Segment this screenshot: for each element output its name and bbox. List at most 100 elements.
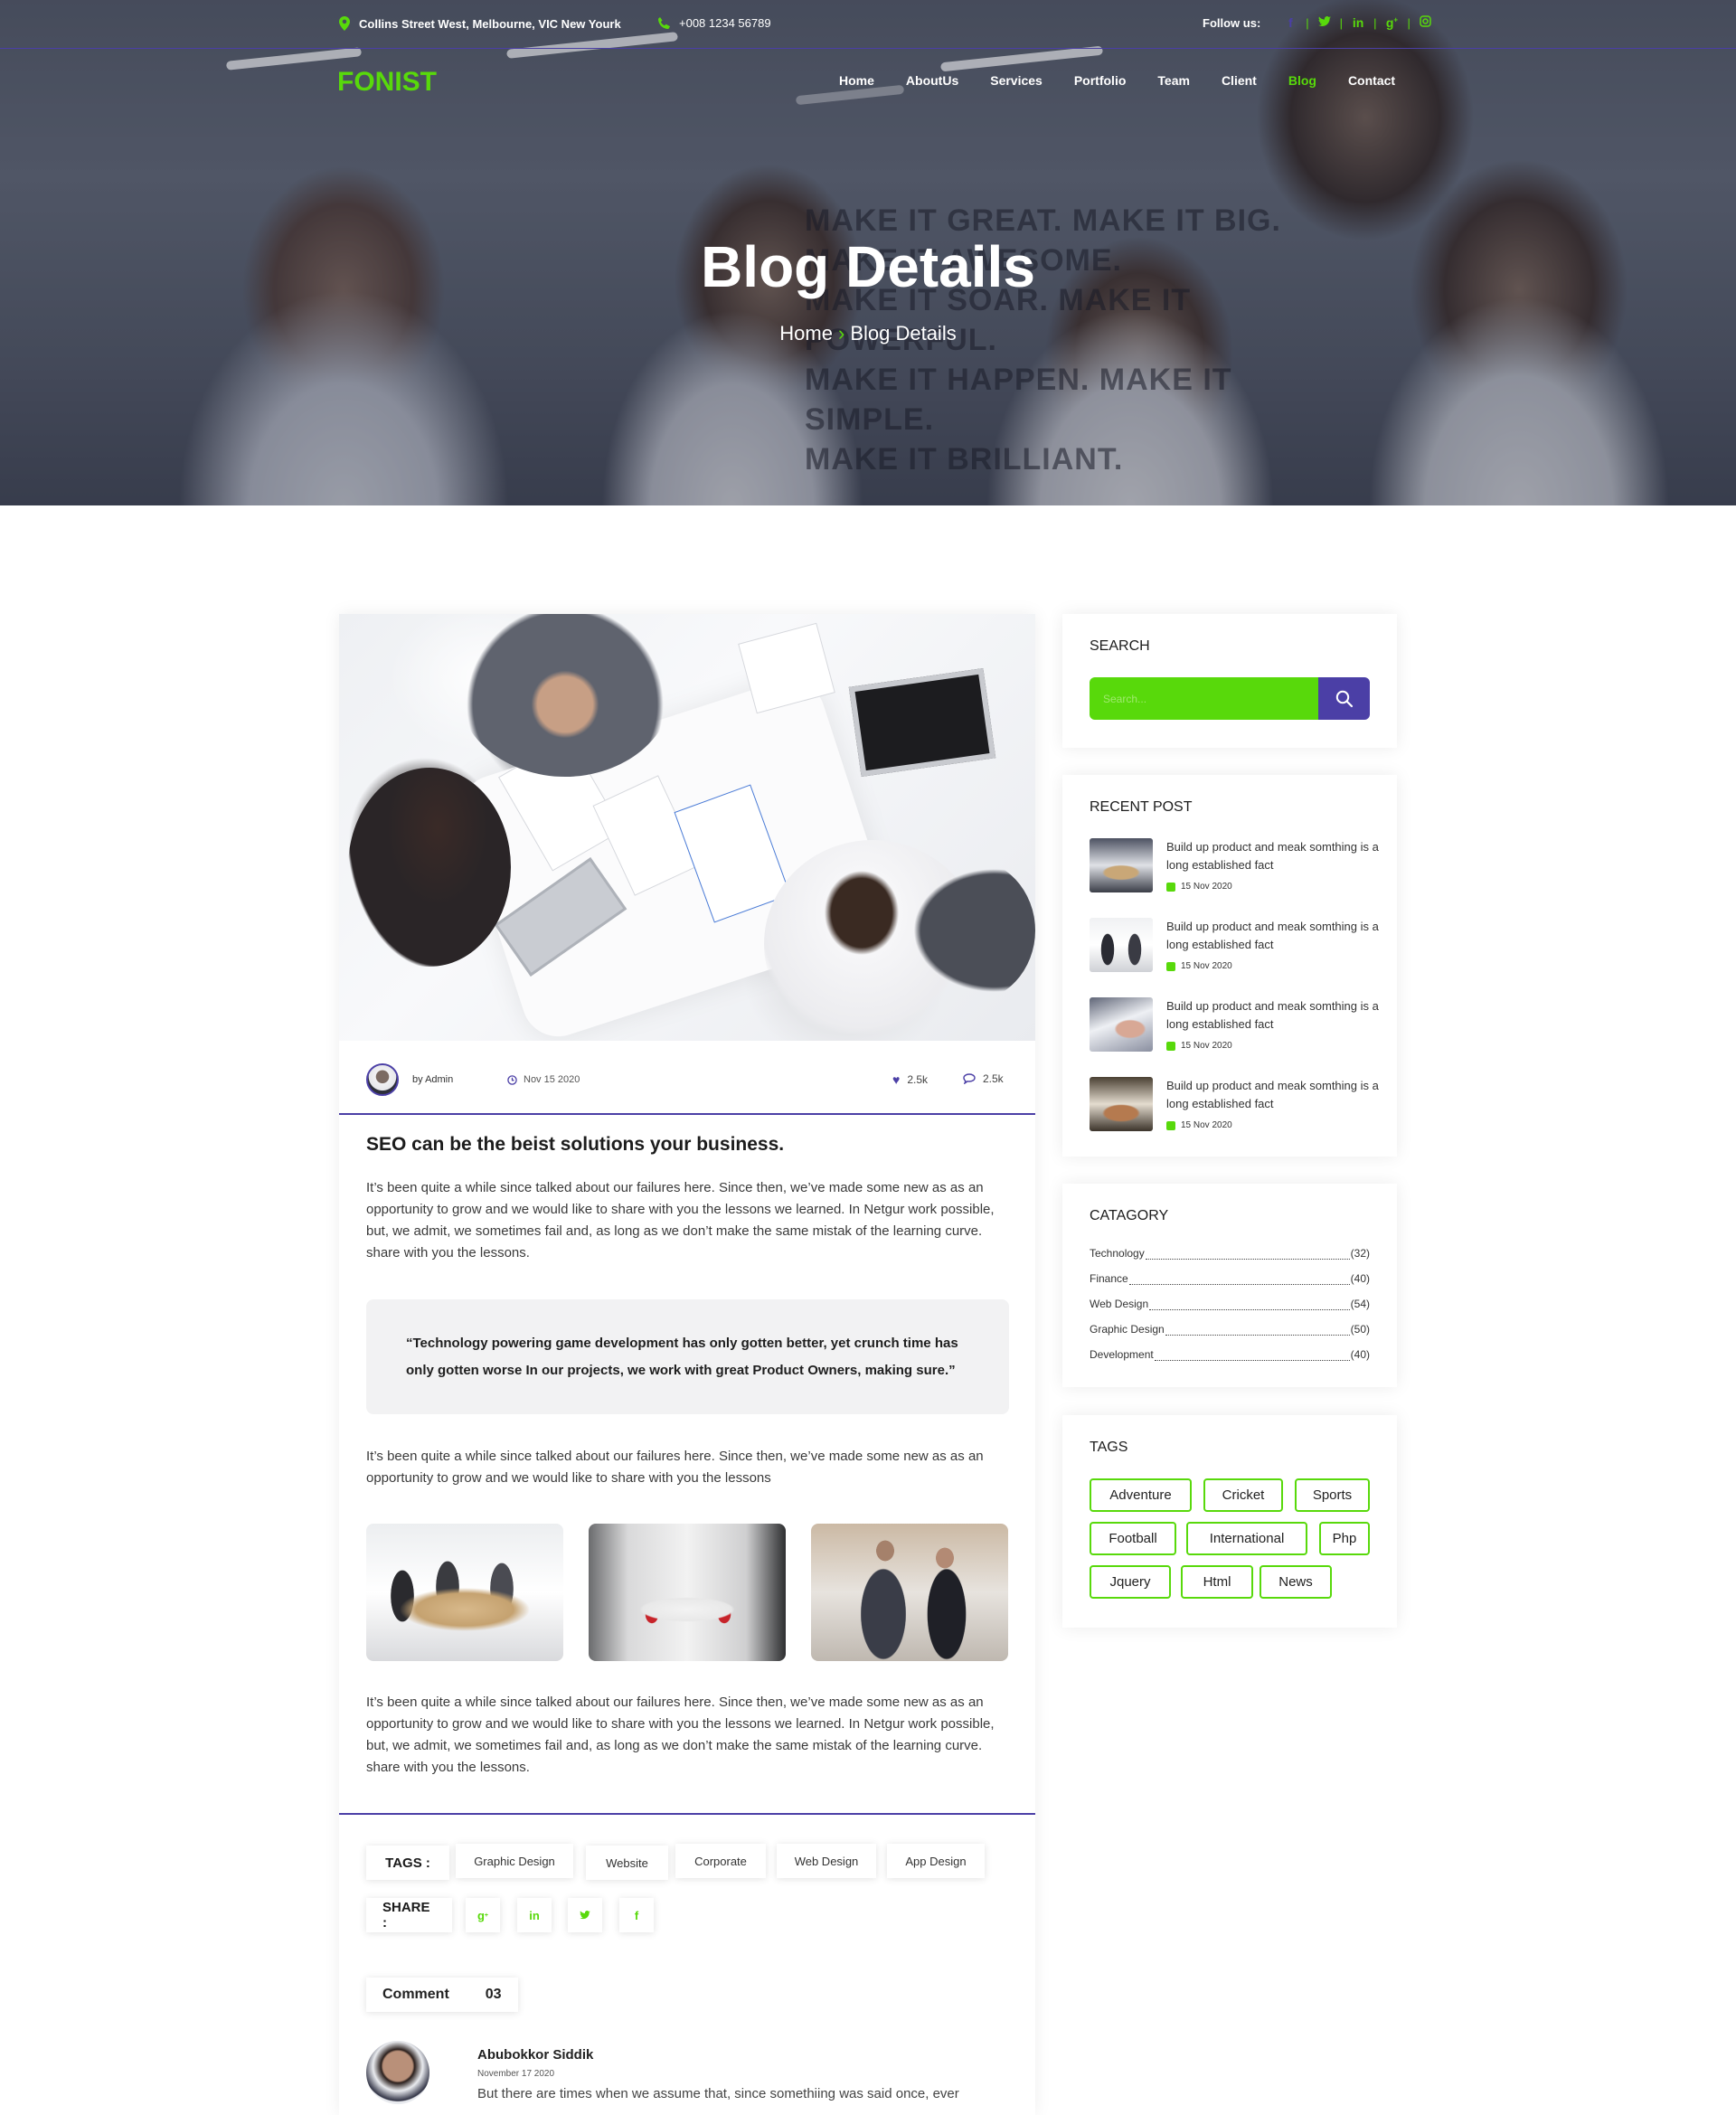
share-twitter-icon[interactable] bbox=[568, 1898, 602, 1932]
category-item-web-design[interactable]: Web Design (54) bbox=[1090, 1298, 1370, 1316]
follow-label: Follow us: bbox=[1203, 15, 1261, 30]
post-author[interactable]: by Admin bbox=[412, 1074, 453, 1085]
recent-post-thumb bbox=[1090, 838, 1153, 892]
tag-cricket[interactable]: Cricket bbox=[1203, 1478, 1283, 1512]
post-meta: by Admin Nov 15 2020 ♥ 2.5k 2.5k bbox=[339, 1041, 1035, 1115]
comment-count-box: Comment 03 bbox=[366, 1978, 518, 2012]
instagram-icon[interactable] bbox=[1420, 15, 1432, 30]
nav-contact[interactable]: Contact bbox=[1348, 73, 1395, 88]
category-name: Development bbox=[1090, 1348, 1154, 1361]
category-name: Technology bbox=[1090, 1247, 1145, 1260]
nav-aboutus[interactable]: AboutUs bbox=[906, 73, 958, 88]
category-count: (40) bbox=[1350, 1348, 1370, 1361]
category-count: (50) bbox=[1350, 1323, 1370, 1336]
site-logo[interactable]: FONIST bbox=[337, 67, 437, 98]
tag-sports[interactable]: Sports bbox=[1295, 1478, 1370, 1512]
share-facebook-icon[interactable]: f bbox=[619, 1898, 654, 1932]
gallery-image-3[interactable] bbox=[811, 1524, 1008, 1661]
recent-post-date-text: 15 Nov 2020 bbox=[1181, 961, 1232, 971]
nav-client[interactable]: Client bbox=[1222, 73, 1257, 88]
recent-post-date: 15 Nov 2020 bbox=[1166, 1120, 1232, 1130]
recent-post-date-text: 15 Nov 2020 bbox=[1181, 882, 1232, 892]
tag-html[interactable]: Html bbox=[1181, 1565, 1253, 1599]
main-nav: Home AboutUs Services Portfolio Team Cli… bbox=[839, 73, 1395, 88]
calendar-icon bbox=[1166, 961, 1175, 971]
phone-info[interactable]: +008 1234 56789 bbox=[657, 16, 771, 30]
gallery-image-1[interactable] bbox=[366, 1524, 563, 1661]
heart-icon: ♥ bbox=[892, 1072, 901, 1087]
tag-news[interactable]: News bbox=[1260, 1565, 1332, 1599]
location-pin-icon bbox=[339, 16, 350, 31]
post-tag-website[interactable]: Website bbox=[586, 1846, 668, 1880]
likes-count[interactable]: ♥ 2.5k bbox=[892, 1072, 928, 1087]
nav-home[interactable]: Home bbox=[839, 73, 874, 88]
recent-post-date: 15 Nov 2020 bbox=[1166, 1041, 1232, 1051]
google-plus-icon[interactable]: g+ bbox=[1385, 15, 1398, 30]
tags-title: TAGS bbox=[1090, 1440, 1128, 1455]
comment-label: Comment bbox=[382, 1987, 449, 2002]
category-name: Graphic Design bbox=[1090, 1323, 1165, 1336]
post-title: SEO can be the beist solutions your busi… bbox=[366, 1134, 785, 1155]
category-item-graphic-design[interactable]: Graphic Design (50) bbox=[1090, 1323, 1370, 1341]
facebook-icon[interactable]: f bbox=[1284, 15, 1297, 30]
post-tag-graphic-design[interactable]: Graphic Design bbox=[456, 1844, 573, 1878]
search-button[interactable] bbox=[1318, 677, 1370, 720]
category-count: (40) bbox=[1350, 1272, 1370, 1285]
gallery-image-2[interactable] bbox=[589, 1524, 786, 1661]
comment-date: November 17 2020 bbox=[477, 2069, 555, 2079]
post-date: Nov 15 2020 bbox=[507, 1074, 580, 1085]
search-input[interactable]: Search... bbox=[1090, 677, 1321, 720]
post-paragraph-2: It’s been quite a while since talked abo… bbox=[366, 1449, 984, 1486]
category-item-finance[interactable]: Finance (40) bbox=[1090, 1272, 1370, 1290]
nav-team[interactable]: Team bbox=[1157, 73, 1190, 88]
share-linkedin-icon[interactable]: in bbox=[517, 1898, 552, 1932]
recent-post-date: 15 Nov 2020 bbox=[1166, 961, 1232, 971]
search-icon bbox=[1335, 690, 1353, 707]
comment-icon bbox=[963, 1073, 976, 1084]
share-google-plus-icon[interactable]: g + bbox=[466, 1898, 500, 1932]
share-label: SHARE : bbox=[366, 1898, 452, 1932]
chevron-right-icon: › bbox=[837, 322, 845, 345]
commenter-avatar bbox=[366, 2041, 429, 2104]
tag-jquery[interactable]: Jquery bbox=[1090, 1565, 1171, 1599]
category-item-development[interactable]: Development (40) bbox=[1090, 1348, 1370, 1366]
category-item-technology[interactable]: Technology (32) bbox=[1090, 1247, 1370, 1265]
post-paragraph-1: It’s been quite a while since talked abo… bbox=[366, 1180, 995, 1261]
recent-post-item[interactable]: Build up product and meak somthing is a … bbox=[1090, 1077, 1379, 1131]
post-tag-web-design[interactable]: Web Design bbox=[777, 1844, 876, 1878]
recent-post-title: Build up product and meak somthing is a … bbox=[1166, 840, 1379, 872]
post-tag-app-design[interactable]: App Design bbox=[887, 1844, 985, 1878]
recent-post-title: Build up product and meak somthing is a … bbox=[1166, 920, 1379, 951]
tag-adventure[interactable]: Adventure bbox=[1090, 1478, 1192, 1512]
tags-widget: TAGS Adventure Cricket Sports Football I… bbox=[1062, 1415, 1397, 1628]
nav-portfolio[interactable]: Portfolio bbox=[1074, 73, 1127, 88]
calendar-icon bbox=[1166, 1041, 1175, 1051]
address-info: Collins Street West, Melbourne, VIC New … bbox=[339, 16, 621, 31]
twitter-icon[interactable] bbox=[1317, 15, 1331, 30]
nav-blog[interactable]: Blog bbox=[1288, 73, 1316, 88]
nav-services[interactable]: Services bbox=[990, 73, 1043, 88]
category-name: Web Design bbox=[1090, 1298, 1149, 1310]
comments-count[interactable]: 2.5k bbox=[963, 1072, 1004, 1085]
category-widget: CATAGORY Technology (32) Finance (40) Web … bbox=[1062, 1184, 1397, 1387]
comments-value: 2.5k bbox=[983, 1072, 1004, 1085]
recent-post-item[interactable]: Build up product and meak somthing is a … bbox=[1090, 997, 1379, 1052]
commenter-name: Abubokkor Siddik bbox=[477, 2047, 594, 2063]
comment-text: But there are times when we assume that,… bbox=[477, 2086, 959, 2101]
recent-post-item[interactable]: Build up product and meak somthing is a … bbox=[1090, 838, 1379, 892]
likes-value: 2.5k bbox=[907, 1073, 928, 1086]
category-count: (32) bbox=[1350, 1247, 1370, 1260]
top-bar: Collins Street West, Melbourne, VIC New … bbox=[0, 0, 1736, 49]
tag-international[interactable]: International bbox=[1186, 1522, 1307, 1555]
recent-post-title: Build up product and meak somthing is a … bbox=[1166, 999, 1379, 1031]
divider bbox=[339, 1813, 1035, 1815]
recent-post-item[interactable]: Build up product and meak somthing is a … bbox=[1090, 918, 1379, 972]
post-tag-corporate[interactable]: Corporate bbox=[675, 1844, 766, 1878]
linkedin-icon[interactable]: in bbox=[1352, 15, 1364, 30]
page-title: Blog Details bbox=[701, 234, 1035, 299]
clock-icon bbox=[507, 1074, 517, 1085]
tag-php[interactable]: Php bbox=[1319, 1522, 1370, 1555]
calendar-icon bbox=[1166, 882, 1175, 892]
tag-football[interactable]: Football bbox=[1090, 1522, 1176, 1555]
breadcrumb-home[interactable]: Home bbox=[779, 322, 833, 345]
